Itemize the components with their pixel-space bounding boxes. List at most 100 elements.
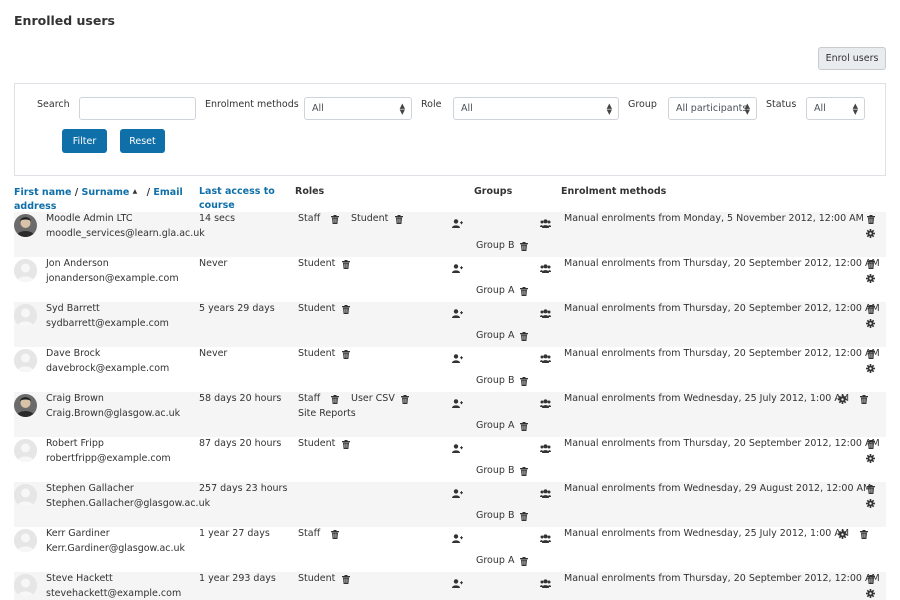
unenrol-trash-icon[interactable] — [859, 395, 868, 404]
user-name-link[interactable]: Syd Barrett — [46, 303, 100, 314]
user-name-link[interactable]: Steve Hackett — [46, 573, 113, 584]
edit-enrolment-gear-icon[interactable] — [837, 395, 847, 407]
user-name-link[interactable]: Jon Anderson — [46, 258, 109, 269]
unassign-role-trash-icon[interactable] — [342, 575, 351, 584]
unenrol-trash-icon[interactable] — [867, 440, 875, 449]
unassign-role-trash-icon[interactable] — [331, 395, 339, 404]
add-role-icon[interactable] — [452, 444, 463, 456]
sort-email-link-cont[interactable]: address — [14, 201, 56, 212]
edit-enrolment-gear-icon[interactable] — [866, 454, 875, 466]
edit-enrolment-gear-icon[interactable] — [866, 499, 875, 511]
last-access: 5 years 29 days — [199, 303, 275, 314]
groups-header: Groups — [474, 186, 513, 197]
user-name-link[interactable]: Kerr Gardiner — [46, 528, 110, 539]
role-select[interactable]: All ▲ ▼ — [453, 97, 619, 120]
add-role-icon[interactable] — [452, 219, 463, 231]
groups-icon[interactable] — [540, 264, 551, 276]
remove-group-trash-icon[interactable] — [520, 557, 528, 566]
groups-icon[interactable] — [540, 534, 551, 546]
user-email: moodle_services@learn.gla.ac.uk — [46, 228, 205, 239]
add-role-icon[interactable] — [452, 399, 463, 411]
remove-group-trash-icon[interactable] — [520, 332, 528, 341]
enrolment-methods-select[interactable]: All ▲ ▼ — [304, 97, 412, 120]
edit-enrolment-gear-icon[interactable] — [866, 364, 875, 376]
user-name-link[interactable]: Dave Brock — [46, 348, 100, 359]
unenrol-trash-icon[interactable] — [867, 260, 875, 269]
last-access: 87 days 20 hours — [199, 438, 282, 449]
last-access: 58 days 20 hours — [199, 393, 282, 404]
remove-group-trash-icon[interactable] — [520, 287, 528, 296]
avatar — [14, 304, 37, 327]
user-name-link[interactable]: Stephen Gallacher — [46, 483, 134, 494]
sort-first-name-link[interactable]: First name — [14, 187, 71, 198]
last-access: 1 year 293 days — [199, 573, 276, 584]
unassign-role-trash-icon[interactable] — [342, 260, 351, 269]
edit-enrolment-gear-icon[interactable] — [837, 530, 847, 542]
last-access-header: Last access to course — [199, 185, 275, 213]
select-caret-icon: ▲ ▼ — [744, 102, 750, 116]
user-email: jonanderson@example.com — [46, 273, 179, 284]
search-input[interactable] — [79, 97, 196, 120]
add-role-icon[interactable] — [452, 534, 463, 546]
groups-icon[interactable] — [540, 399, 551, 411]
unassign-role-trash-icon[interactable] — [395, 215, 404, 224]
group-label: Group A — [476, 420, 515, 431]
sort-surname-link[interactable]: Surname — [82, 187, 130, 198]
remove-group-trash-icon[interactable] — [520, 512, 528, 521]
remove-group-trash-icon[interactable] — [520, 377, 528, 386]
add-role-icon[interactable] — [452, 309, 463, 321]
sort-last-access-link-cont[interactable]: course — [199, 200, 235, 211]
unassign-role-trash-icon[interactable] — [342, 440, 351, 449]
unenrol-trash-icon[interactable] — [867, 350, 875, 359]
enrol-users-button[interactable]: Enrol users — [818, 47, 886, 70]
remove-group-trash-icon[interactable] — [520, 242, 528, 251]
edit-enrolment-gear-icon[interactable] — [866, 589, 875, 600]
status-select[interactable]: All ▲ ▼ — [806, 97, 865, 120]
unassign-role-trash-icon[interactable] — [342, 350, 351, 359]
edit-enrolment-gear-icon[interactable] — [866, 319, 875, 331]
filter-button[interactable]: Filter — [62, 129, 107, 153]
edit-enrolment-gear-icon[interactable] — [866, 274, 875, 286]
groups-icon[interactable] — [540, 219, 551, 231]
select-caret-icon: ▲ ▼ — [606, 102, 612, 116]
unenrol-trash-icon[interactable] — [867, 485, 875, 494]
last-access: 257 days 23 hours — [199, 483, 288, 494]
edit-enrolment-gear-icon[interactable] — [866, 229, 875, 241]
unenrol-trash-icon[interactable] — [867, 575, 875, 584]
groups-icon[interactable] — [540, 489, 551, 501]
group-label: Group A — [476, 285, 515, 296]
avatar — [14, 259, 37, 282]
table-row: Syd Barrett sydbarrett@example.com 5 years… — [14, 302, 886, 347]
unassign-role-trash-icon[interactable] — [331, 215, 339, 224]
user-name-link[interactable]: Moodle Admin LTC — [46, 213, 133, 224]
reset-button[interactable]: Reset — [120, 129, 165, 153]
groups-icon[interactable] — [540, 309, 551, 321]
groups-icon[interactable] — [540, 354, 551, 366]
groups-icon[interactable] — [540, 444, 551, 456]
groups-icon[interactable] — [540, 579, 551, 591]
unassign-role-trash-icon[interactable] — [400, 395, 409, 404]
remove-group-trash-icon[interactable] — [520, 422, 528, 431]
group-label: Group B — [476, 375, 515, 386]
sort-email-link[interactable]: Email — [153, 187, 182, 198]
add-role-icon[interactable] — [452, 489, 463, 501]
add-role-icon[interactable] — [452, 264, 463, 276]
add-role-icon[interactable] — [452, 579, 463, 591]
select-caret-icon: ▲ ▼ — [852, 102, 858, 116]
unenrol-trash-icon[interactable] — [867, 215, 875, 224]
role-label: Staff — [298, 213, 321, 224]
group-select[interactable]: All participants ▲ ▼ — [668, 97, 757, 120]
unenrol-trash-icon[interactable] — [867, 305, 875, 314]
unassign-role-trash-icon[interactable] — [331, 530, 339, 539]
user-name-link[interactable]: Craig Brown — [46, 393, 104, 404]
add-role-icon[interactable] — [452, 354, 463, 366]
unassign-role-trash-icon[interactable] — [342, 305, 351, 314]
user-name-link[interactable]: Robert Fripp — [46, 438, 104, 449]
sort-last-access-link[interactable]: Last access to — [199, 186, 275, 197]
table-row: Jon Anderson jonanderson@example.com Never… — [14, 257, 886, 302]
avatar — [14, 394, 37, 417]
remove-group-trash-icon[interactable] — [520, 467, 528, 476]
unenrol-trash-icon[interactable] — [859, 530, 868, 539]
role-label: Student — [298, 348, 336, 359]
table-row: Moodle Admin LTC moodle_services@learn.gl… — [14, 212, 886, 257]
